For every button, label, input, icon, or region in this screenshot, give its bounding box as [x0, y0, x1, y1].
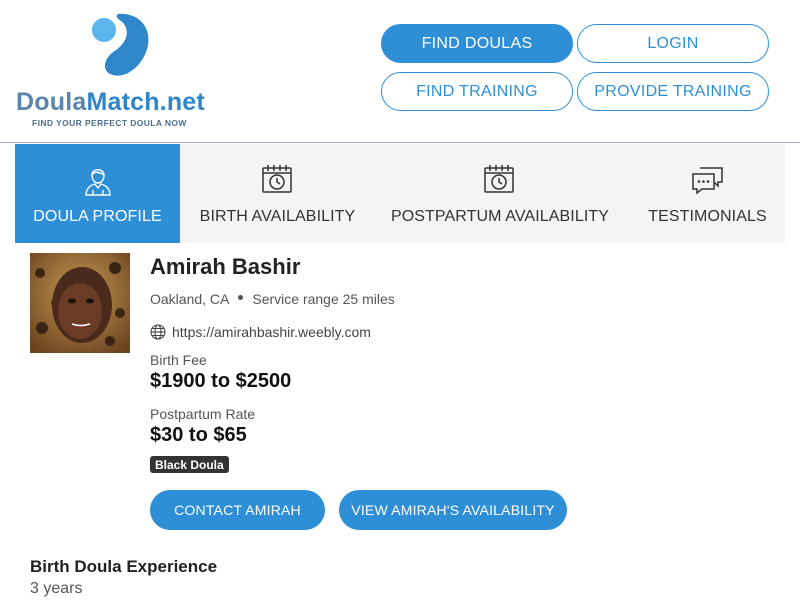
contact-button[interactable]: CONTACT AMIRAH: [150, 490, 325, 530]
site-logo[interactable]: DoulaMatch.net FIND YOUR PERFECT DOULA N…: [16, 10, 226, 135]
website-row: https://amirahbashir.weebly.com: [150, 324, 371, 340]
calendar-clock-icon: [261, 165, 292, 193]
logo-mark-icon: [92, 13, 149, 76]
tab-postpartum-availability[interactable]: POSTPARTUM AVAILABILITY: [385, 144, 615, 243]
provide-training-button[interactable]: PROVIDE TRAINING: [577, 72, 769, 111]
postpartum-rate-label: Postpartum Rate: [150, 406, 256, 422]
find-training-button[interactable]: FIND TRAINING: [381, 72, 573, 111]
site-header: DoulaMatch.net FIND YOUR PERFECT DOULA N…: [0, 0, 800, 143]
tab-testimonials[interactable]: TESTIMONIALS: [635, 144, 780, 243]
service-range-text: Service range 25 miles: [252, 291, 395, 307]
doula-person-icon: [84, 169, 111, 196]
chat-bubbles-icon: [691, 167, 723, 195]
birth-fee-value: $1900 to $2500: [150, 370, 292, 392]
calendar-clock-icon: [484, 165, 514, 193]
find-doulas-button[interactable]: FIND DOULAS: [381, 24, 573, 63]
location-line: Oakland, CA Service range 25 miles: [150, 291, 395, 307]
tab-birth-availability[interactable]: BIRTH AVAILABILITY: [190, 144, 365, 243]
profile-tabs: DOULA PROFILE BIRTH AVAILABILITY POSTPAR…: [15, 144, 785, 243]
location-text: Oakland, CA: [150, 291, 230, 307]
tab-doula-profile[interactable]: DOULA PROFILE: [15, 144, 180, 243]
logo-wordmark: DoulaMatch.net: [16, 88, 205, 116]
tab-label: BIRTH AVAILABILITY: [199, 208, 356, 225]
experience-heading: Birth Doula Experience: [30, 557, 218, 576]
globe-icon: [150, 324, 166, 340]
login-button[interactable]: LOGIN: [577, 24, 769, 63]
doula-name: Amirah Bashir: [150, 254, 301, 279]
black-doula-badge: Black Doula: [150, 456, 229, 473]
doula-photo: [30, 253, 130, 353]
tab-label: POSTPARTUM AVAILABILITY: [390, 208, 610, 225]
postpartum-rate-value: $30 to $65: [150, 424, 247, 446]
tab-label: DOULA PROFILE: [33, 208, 162, 225]
birth-fee-label: Birth Fee: [150, 352, 207, 368]
logo-tagline: FIND YOUR PERFECT DOULA NOW: [32, 118, 187, 128]
experience-value: 3 years: [30, 580, 83, 597]
website-link[interactable]: https://amirahbashir.weebly.com: [172, 324, 371, 340]
separator-dot: [238, 294, 244, 300]
view-availability-button[interactable]: VIEW AMIRAH'S AVAILABILITY: [339, 490, 567, 530]
tab-label: TESTIMONIALS: [648, 208, 767, 225]
